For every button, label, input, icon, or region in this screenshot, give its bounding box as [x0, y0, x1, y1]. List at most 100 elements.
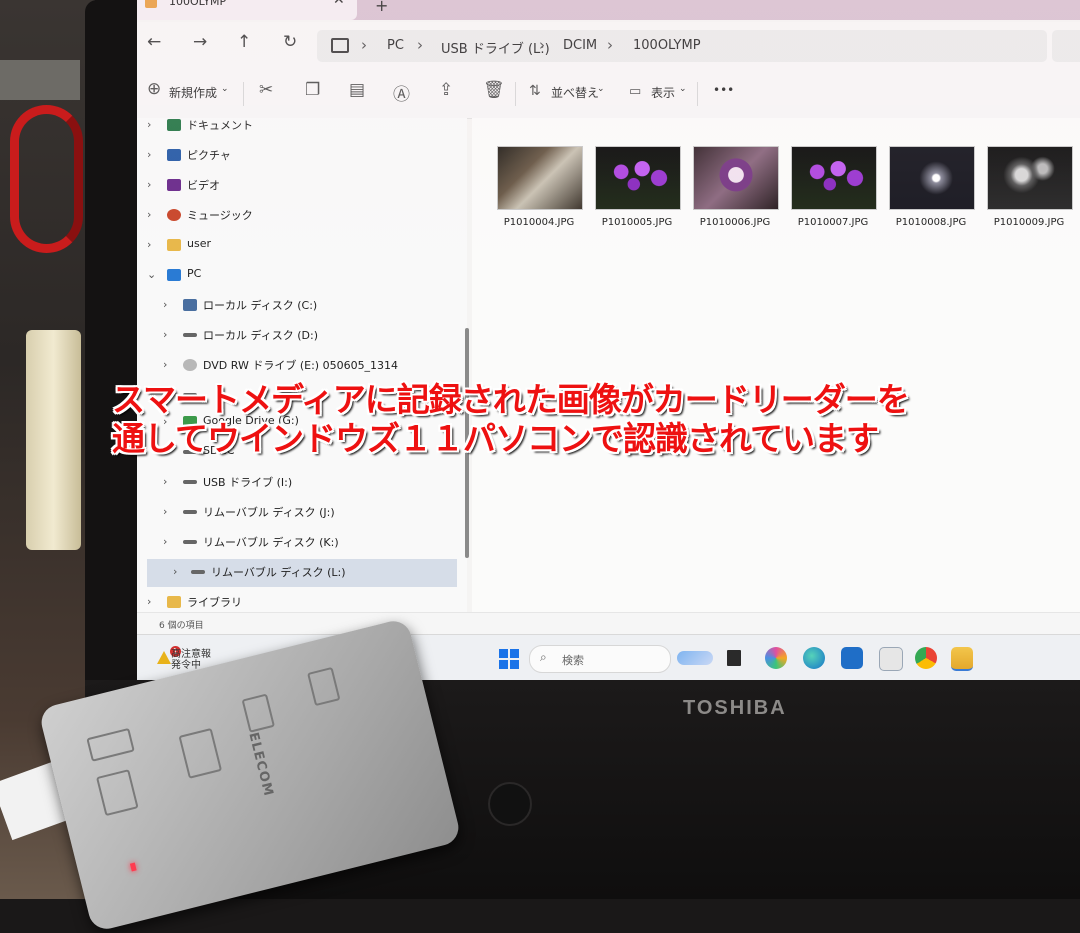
copy-icon[interactable]: ❐ — [305, 80, 320, 100]
calculator-icon[interactable] — [879, 647, 903, 671]
laptop-screen: 100OLYMP ✕ + ← → ↑ ↻ › PC › USB ドライブ (L:… — [137, 0, 1080, 680]
nav-item[interactable]: ⌄ PC — [147, 262, 447, 290]
music-icon — [167, 209, 181, 221]
chevron-right-icon[interactable]: › — [163, 505, 175, 518]
chevron-right-icon: › — [361, 36, 367, 54]
file-thumbnail[interactable]: P1010007.JPG — [791, 146, 877, 228]
forward-arrow-icon[interactable]: → — [193, 32, 207, 52]
chevron-right-icon[interactable]: › — [147, 118, 159, 131]
delete-icon[interactable]: 🗑 — [483, 80, 505, 100]
power-button — [488, 782, 532, 826]
pictures-icon — [167, 149, 181, 161]
file-thumbnail[interactable]: P1010004.JPG — [497, 146, 583, 228]
view-button[interactable]: 表示 — [651, 84, 675, 101]
nav-item-label: リムーバブル ディスク (L:) — [211, 566, 346, 579]
nav-item[interactable]: › ローカル ディスク (C:) — [163, 292, 463, 320]
overlay-caption-line-2: 通してウインドウズ１１パソコンで認識されています — [112, 419, 879, 458]
breadcrumb-usb-drive[interactable]: USB ドライブ (L:) — [441, 38, 550, 57]
edge-icon[interactable] — [803, 647, 825, 669]
widget-icon[interactable] — [677, 651, 713, 665]
paste-icon[interactable]: ▤ — [349, 80, 365, 100]
chevron-right-icon: › — [607, 36, 613, 54]
chevron-right-icon[interactable]: › — [163, 475, 175, 488]
share-icon[interactable]: ⇪ — [439, 80, 453, 100]
rename-icon[interactable]: Ⓐ — [393, 80, 410, 105]
chevron-right-icon[interactable]: › — [147, 148, 159, 161]
nav-item-label: ミュージック — [187, 209, 253, 222]
breadcrumb-100olymp[interactable]: 100OLYMP — [633, 38, 701, 53]
windows-start-icon[interactable] — [499, 649, 519, 669]
new-button[interactable]: 新規作成 — [169, 84, 217, 101]
new-tab-button[interactable]: + — [375, 0, 388, 15]
back-arrow-icon[interactable]: ← — [147, 32, 161, 52]
chevron-right-icon[interactable]: › — [173, 565, 185, 578]
store-icon[interactable] — [841, 647, 863, 669]
chevron-right-icon[interactable]: › — [163, 358, 175, 371]
file-name: P1010008.JPG — [895, 217, 967, 228]
search-icon: ⌕ — [540, 650, 547, 664]
nav-item-label: リムーバブル ディスク (J:) — [203, 506, 335, 519]
nav-item-label: ローカル ディスク (D:) — [203, 329, 318, 342]
more-options-button[interactable]: ••• — [713, 83, 734, 97]
card-slot — [95, 769, 139, 817]
nav-item[interactable]: › user — [147, 232, 447, 260]
file-name: P1010006.JPG — [699, 217, 771, 228]
sort-icon: ⇅ — [529, 83, 541, 99]
nav-item[interactable]: › ミュージック — [147, 202, 447, 230]
chevron-right-icon[interactable]: › — [147, 595, 159, 608]
chevron-right-icon[interactable]: › — [163, 328, 175, 341]
warning-icon — [157, 651, 171, 664]
toolbar-divider — [697, 82, 698, 106]
refresh-icon[interactable]: ↻ — [283, 32, 297, 52]
taskbar-search[interactable]: ⌕ 検索 — [529, 645, 671, 673]
chevron-down-icon[interactable]: ⌄ — [147, 268, 159, 281]
chrome-icon[interactable] — [915, 647, 937, 669]
drive-c-icon — [183, 299, 197, 311]
background-cup — [26, 330, 81, 550]
task-view-icon[interactable] — [727, 650, 741, 666]
chevron-right-icon[interactable]: › — [163, 535, 175, 548]
nav-item[interactable]: › ドキュメント — [147, 112, 447, 140]
scissors-handle — [10, 105, 83, 253]
chevron-right-icon[interactable]: › — [163, 298, 175, 311]
background-shelf — [0, 60, 80, 100]
copilot-icon[interactable] — [765, 647, 787, 669]
nav-item[interactable]: › リムーバブル ディスク (J:) — [163, 499, 463, 527]
file-thumbnail[interactable]: P1010005.JPG — [595, 146, 681, 228]
nav-item[interactable]: › ローカル ディスク (D:) — [163, 322, 463, 350]
sort-button[interactable]: 並べ替え — [551, 84, 599, 101]
chevron-right-icon[interactable]: › — [147, 178, 159, 191]
tab-title: 100OLYMP — [169, 0, 227, 8]
nav-item-label: USB ドライブ (I:) — [203, 476, 293, 489]
chevron-right-icon[interactable]: › — [147, 208, 159, 221]
nav-item[interactable]: › ビデオ — [147, 172, 447, 200]
breadcrumb-dcim[interactable]: DCIM — [563, 38, 597, 53]
tab-100olymp[interactable]: 100OLYMP ✕ — [137, 0, 357, 20]
nav-item[interactable]: › リムーバブル ディスク (L:) — [147, 559, 457, 587]
image-preview — [693, 146, 779, 210]
file-thumbnail[interactable]: P1010009.JPG — [987, 146, 1073, 228]
file-explorer-icon[interactable] — [951, 647, 973, 671]
breadcrumb-pc[interactable]: PC — [387, 38, 404, 53]
up-arrow-icon[interactable]: ↑ — [237, 32, 251, 52]
videos-icon — [167, 179, 181, 191]
cut-icon[interactable]: ✂ — [259, 80, 273, 100]
file-thumbnail[interactable]: P1010008.JPG — [889, 146, 975, 228]
nav-item[interactable]: › USB ドライブ (I:) — [163, 469, 463, 497]
image-preview — [987, 146, 1073, 210]
address-bar[interactable]: › PC › USB ドライブ (L:) › DCIM › 100OLYMP — [317, 30, 1047, 62]
nav-item-label: ピクチャ — [187, 149, 231, 162]
nav-item[interactable]: › リムーバブル ディスク (K:) — [163, 529, 463, 557]
chevron-right-icon[interactable]: › — [147, 238, 159, 251]
file-thumbnail[interactable]: P1010006.JPG — [693, 146, 779, 228]
search-box[interactable] — [1052, 30, 1080, 62]
close-icon[interactable]: ✕ — [333, 0, 345, 8]
library-icon — [167, 596, 181, 608]
card-slot — [241, 693, 276, 733]
nav-item[interactable]: › DVD RW ドライブ (E:) 050605_1314 — [163, 352, 463, 380]
weather-line-1: 高注意報 — [171, 649, 211, 660]
folder-icon — [145, 0, 157, 8]
overlay-caption: スマートメディアに記録された画像がカードリーダーを 通してウインドウズ１１パソコ… — [112, 380, 1042, 458]
chevron-down-icon: ⌄ — [679, 84, 687, 94]
nav-item[interactable]: › ピクチャ — [147, 142, 447, 170]
